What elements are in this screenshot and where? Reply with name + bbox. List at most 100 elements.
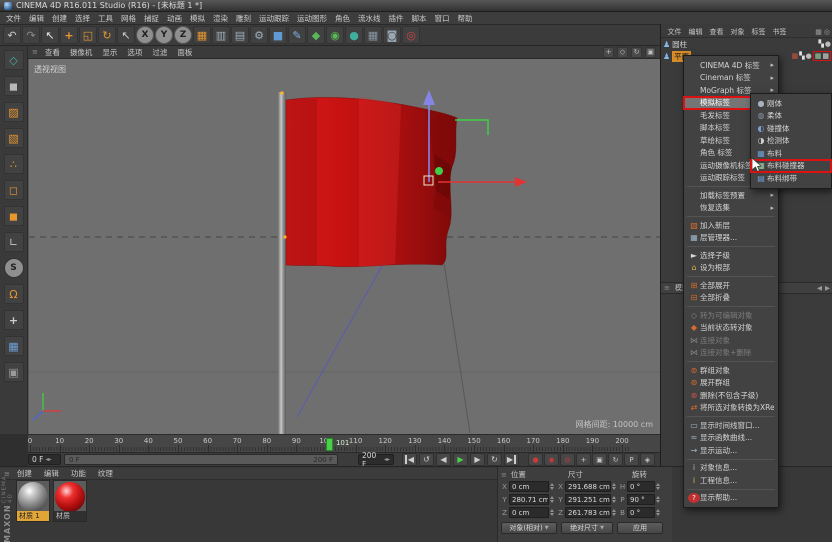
y-axis-toggle[interactable]: Y xyxy=(155,26,173,44)
rotate-tool-icon[interactable]: ↻ xyxy=(98,26,116,44)
timeline-ruler[interactable]: 0102030405060708090100110120130140150160… xyxy=(28,434,660,452)
menu-item[interactable]: ●刚体 xyxy=(751,97,831,110)
menu-item[interactable]: 恢复选集▸ xyxy=(684,202,778,215)
menubar-item[interactable]: 窗口 xyxy=(431,13,454,24)
menubar-item[interactable]: 角色 xyxy=(331,13,354,24)
gizmo-y-arrowhead[interactable] xyxy=(423,90,435,105)
menubar-item[interactable]: 渲染 xyxy=(209,13,232,24)
menubar-item[interactable]: 选择 xyxy=(71,13,94,24)
x-axis-toggle[interactable]: X xyxy=(136,26,154,44)
size-x-spinner[interactable] xyxy=(612,483,618,490)
menu-item[interactable]: ⇄将所选对象转换为XRef xyxy=(684,402,778,415)
vertex-point[interactable] xyxy=(280,91,283,94)
menubar-item[interactable]: 创建 xyxy=(48,13,71,24)
record-parameter-toggle[interactable]: P xyxy=(624,453,639,466)
floor-icon[interactable]: ▦ xyxy=(364,26,382,44)
record-keyframe-button[interactable]: ● xyxy=(528,453,543,466)
am-nav-icon[interactable]: ◀ xyxy=(817,284,822,292)
snap-toggle-icon[interactable]: S xyxy=(4,258,24,278)
flag-pole[interactable] xyxy=(278,92,286,434)
primitive-cube-icon[interactable]: ■ xyxy=(269,26,287,44)
menu-item[interactable]: ◐碰撞体 xyxy=(751,122,831,135)
position-y-spinner[interactable] xyxy=(550,496,556,503)
play-button[interactable]: ▶ xyxy=(453,453,468,466)
rotation-p-field[interactable]: 90 ° xyxy=(627,494,655,505)
material-swatch[interactable]: 材质 xyxy=(53,480,87,522)
render-settings-icon[interactable]: ⚙ xyxy=(250,26,268,44)
menubar-item[interactable]: 运动图形 xyxy=(293,13,331,24)
goto-end-button[interactable]: ▶ xyxy=(504,453,519,466)
menu-item[interactable]: ▭显示时间线窗口... xyxy=(684,419,778,432)
menubar-item[interactable]: 工具 xyxy=(94,13,117,24)
live-selection-icon[interactable]: ↖ xyxy=(41,26,59,44)
make-editable-icon[interactable]: ◇ xyxy=(4,50,24,70)
end-frame-spinner[interactable]: 200 F◂▸ xyxy=(358,454,394,465)
keyframe-selection-button[interactable]: ◎ xyxy=(560,453,575,466)
rotation-h-spinner[interactable] xyxy=(656,483,662,490)
spline-pen-icon[interactable]: ✎ xyxy=(288,26,306,44)
object-manager-menu-item[interactable]: 书签 xyxy=(769,27,790,37)
object-manager-menu-item[interactable]: 文件 xyxy=(664,27,685,37)
menu-item[interactable]: ▦布料碰撞器 xyxy=(751,160,831,173)
goto-start-button[interactable]: ◀ xyxy=(402,453,417,466)
deformer-icon[interactable]: ◉ xyxy=(326,26,344,44)
workplane-grid-icon[interactable]: ▦ xyxy=(4,336,24,356)
menu-item[interactable]: ≈显示函数曲线... xyxy=(684,432,778,445)
menu-item[interactable]: i工程信息... xyxy=(684,474,778,487)
menubar-item[interactable]: 流水线 xyxy=(354,13,385,24)
render-view-icon[interactable]: ▥ xyxy=(212,26,230,44)
menubar-item[interactable]: 捕捉 xyxy=(140,13,163,24)
undo-icon[interactable]: ↶ xyxy=(3,26,21,44)
autokey-button[interactable]: ◉ xyxy=(544,453,559,466)
scale-corner-handle[interactable] xyxy=(455,120,488,135)
rotation-b-spinner[interactable] xyxy=(656,509,662,516)
position-y-field[interactable]: 280.71 cm xyxy=(509,494,549,505)
object-manager-menu-item[interactable]: 标签 xyxy=(748,27,769,37)
camera-icon[interactable]: ◙ xyxy=(383,26,401,44)
menu-item[interactable]: ◇转为可编辑对象 xyxy=(684,309,778,322)
cloth-tag[interactable]: ▦ xyxy=(792,52,799,60)
apply-button[interactable]: 应用 xyxy=(617,522,663,534)
menubar-item[interactable]: 模拟 xyxy=(186,13,209,24)
menubar-item[interactable]: 动画 xyxy=(163,13,186,24)
size-z-spinner[interactable] xyxy=(612,509,618,516)
texture-tag[interactable]: ▚ xyxy=(819,40,824,48)
material-menu-item[interactable]: 纹理 xyxy=(93,468,118,479)
z-axis-toggle[interactable]: Z xyxy=(174,26,192,44)
record-scale-toggle[interactable]: ▣ xyxy=(592,453,607,466)
phong-tag[interactable]: ● xyxy=(825,40,831,48)
menu-item[interactable]: ⊛展开群组 xyxy=(684,377,778,390)
cloth-collider-tag[interactable]: ▦ xyxy=(822,52,829,60)
object-manager-menu-item[interactable]: 对象 xyxy=(727,27,748,37)
menu-item[interactable]: ?显示帮助... xyxy=(684,492,778,505)
om-search-icon[interactable]: ◎ xyxy=(824,28,830,36)
menubar-item[interactable]: 网格 xyxy=(117,13,140,24)
render-picture-viewer-icon[interactable]: ▤ xyxy=(231,26,249,44)
vertex-point[interactable] xyxy=(283,235,286,238)
panel-grip-icon[interactable]: ≡ xyxy=(32,48,38,56)
menu-item[interactable]: 加载标签预置▸ xyxy=(684,189,778,202)
magnet-snap-icon[interactable]: Ω xyxy=(4,284,24,304)
record-pla-toggle[interactable]: ◈ xyxy=(640,453,655,466)
scale-tool-icon[interactable]: ◱ xyxy=(79,26,97,44)
viewport-menu-item[interactable]: 摄像机 xyxy=(65,47,98,58)
previous-frame-button[interactable]: ◀ xyxy=(436,453,451,466)
material-menu-item[interactable]: 编辑 xyxy=(39,468,64,479)
menu-item[interactable]: ◆当前状态转对象 xyxy=(684,322,778,335)
object-row[interactable]: ♟圆柱▚● xyxy=(663,38,831,50)
current-frame-spinner[interactable]: 0 F◂▸ xyxy=(28,454,61,465)
object-manager-menu-item[interactable]: 编辑 xyxy=(685,27,706,37)
play-reverse-button[interactable]: ↺ xyxy=(419,453,434,466)
menubar-item[interactable]: 文件 xyxy=(2,13,25,24)
viewport-menu-item[interactable]: 显示 xyxy=(97,47,122,58)
material-swatch[interactable]: 材质 1 xyxy=(16,480,50,522)
light-icon[interactable]: ◎ xyxy=(402,26,420,44)
points-mode-icon[interactable]: ∴ xyxy=(4,154,24,174)
redo-icon[interactable]: ↷ xyxy=(22,26,40,44)
move-tool-icon[interactable]: + xyxy=(60,26,78,44)
last-tool-icon[interactable]: ↖ xyxy=(117,26,135,44)
menu-item[interactable]: Cineman 标签▸ xyxy=(684,72,778,85)
menu-item[interactable]: ⊟全部折叠 xyxy=(684,292,778,305)
menu-item[interactable]: ▦布料 xyxy=(751,147,831,160)
viewport-canvas[interactable]: 透视视图 网格间距: 10000 cm xyxy=(28,59,660,434)
